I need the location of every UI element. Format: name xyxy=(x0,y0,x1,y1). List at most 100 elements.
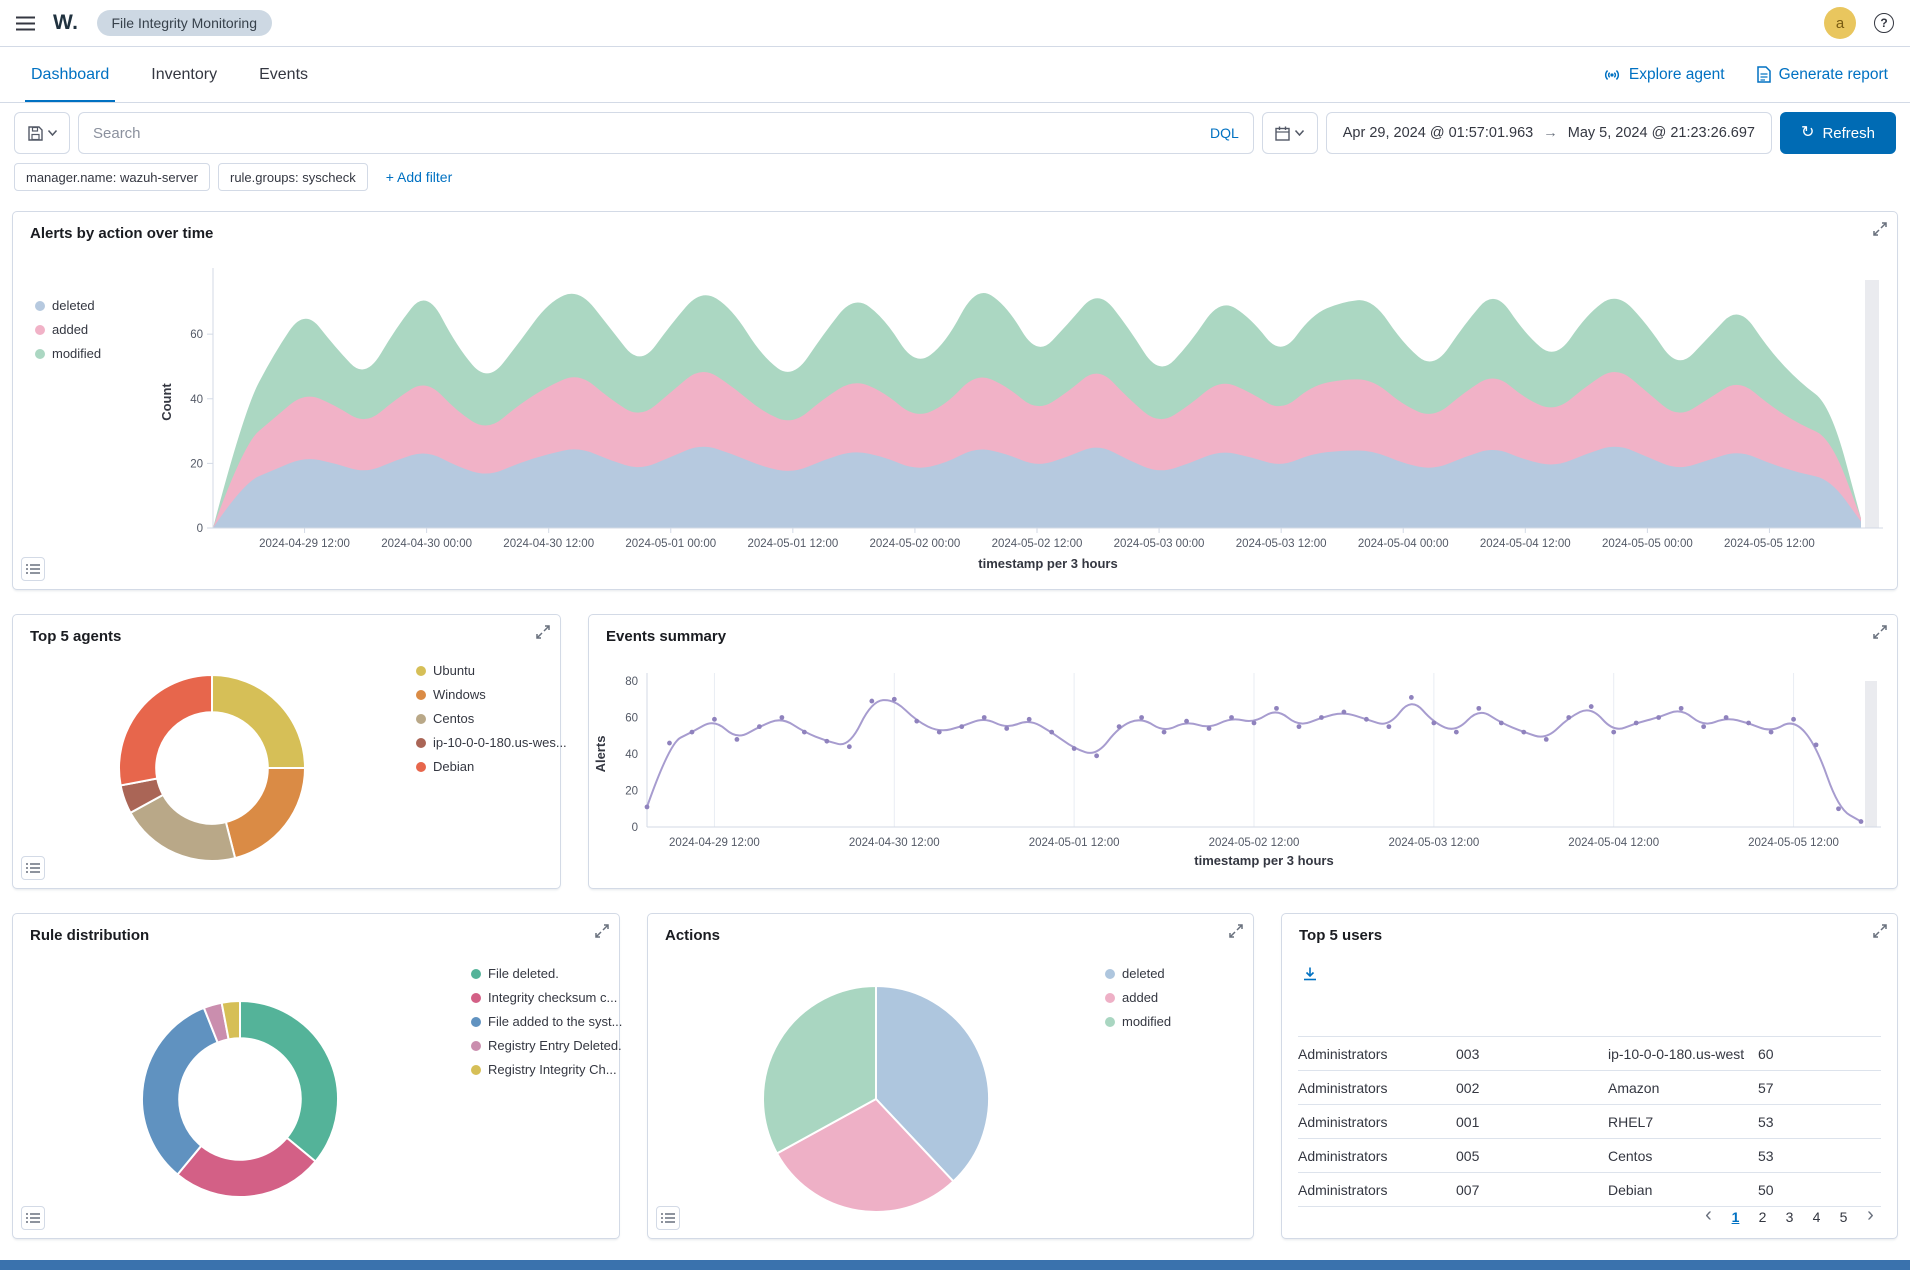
legend-item[interactable]: Integrity checksum c... xyxy=(471,990,622,1005)
legend-toggle-icon[interactable] xyxy=(21,557,45,581)
generate-report-link[interactable]: Generate report xyxy=(1757,66,1888,84)
date-picker-button[interactable] xyxy=(1262,112,1318,154)
breadcrumb[interactable]: File Integrity Monitoring xyxy=(97,10,273,36)
chevron-left-icon[interactable]: ‹ xyxy=(1696,1204,1721,1230)
date-range-display[interactable]: Apr 29, 2024 @ 01:57:01.963 → May 5, 202… xyxy=(1326,112,1772,154)
avatar[interactable]: a xyxy=(1824,7,1856,39)
table-cell: Amazon xyxy=(1608,1080,1758,1096)
legend-label: Registry Entry Deleted. xyxy=(488,1038,622,1053)
expand-icon[interactable] xyxy=(1872,221,1888,240)
legend-item[interactable]: File added to the syst... xyxy=(471,1014,622,1029)
page-3-button[interactable]: 3 xyxy=(1777,1204,1802,1230)
panel-alerts-by-action: Alerts by action over time deletedaddedm… xyxy=(12,211,1898,590)
calendar-icon xyxy=(1275,126,1290,141)
legend-label: added xyxy=(52,322,88,337)
legend-item[interactable]: deleted xyxy=(1105,966,1171,981)
saved-queries-button[interactable] xyxy=(14,112,70,154)
legend-swatch-icon xyxy=(1105,993,1115,1003)
legend-label: Ubuntu xyxy=(433,663,475,678)
legend-label: Windows xyxy=(433,687,486,702)
expand-icon[interactable] xyxy=(1872,923,1888,942)
header-actions: Explore agent Generate report xyxy=(1603,47,1900,102)
tabs: Dashboard Inventory Events xyxy=(10,47,329,102)
legend-swatch-icon xyxy=(416,714,426,724)
filter-pill-rule-groups[interactable]: rule.groups: syscheck xyxy=(218,163,368,191)
svg-text:20: 20 xyxy=(625,786,638,798)
tab-dashboard[interactable]: Dashboard xyxy=(25,47,115,102)
svg-text:Alerts: Alerts xyxy=(593,736,608,773)
legend-item[interactable]: modified xyxy=(1105,1014,1171,1029)
tab-events[interactable]: Events xyxy=(253,47,314,102)
search-box: DQL xyxy=(78,112,1254,154)
dashboard-content: Alerts by action over time deletedaddedm… xyxy=(0,191,1910,1239)
panel-actions: Actions deleted added modified xyxy=(647,913,1254,1239)
legend-label: Integrity checksum c... xyxy=(488,990,617,1005)
legend-toggle-icon[interactable] xyxy=(656,1206,680,1230)
expand-icon[interactable] xyxy=(535,624,551,643)
legend-swatch-icon xyxy=(35,325,45,335)
expand-icon[interactable] xyxy=(1228,923,1244,942)
chart-legend: Ubuntu Windows Centos ip-10-0-0-180.us-wes.… xyxy=(416,663,567,774)
refresh-button[interactable]: ↻ Refresh xyxy=(1780,112,1896,154)
wazuh-logo[interactable]: W. xyxy=(53,11,79,35)
svg-text:Count: Count xyxy=(159,383,174,421)
svg-text:2024-05-04 00:00: 2024-05-04 00:00 xyxy=(1358,538,1449,550)
top-users-table: Administrators003ip-10-0-0-180.us-west60… xyxy=(1298,1036,1881,1207)
legend-swatch-icon xyxy=(471,1041,481,1051)
legend-swatch-icon xyxy=(35,349,45,359)
legend-item[interactable]: deleted xyxy=(35,298,101,313)
legend-toggle-icon[interactable] xyxy=(21,1206,45,1230)
panel-row-3: Rule distribution File deleted.Integrity… xyxy=(12,913,1898,1239)
search-input[interactable] xyxy=(93,125,1200,142)
expand-icon[interactable] xyxy=(1872,624,1888,643)
legend-item[interactable]: ip-10-0-0-180.us-wes... xyxy=(416,735,567,750)
tab-inventory[interactable]: Inventory xyxy=(145,47,223,102)
hamburger-icon xyxy=(16,16,35,31)
legend-swatch-icon xyxy=(416,738,426,748)
explore-agent-link[interactable]: Explore agent xyxy=(1603,66,1725,84)
svg-text:2024-05-05 12:00: 2024-05-05 12:00 xyxy=(1748,837,1839,849)
chevron-right-icon[interactable]: › xyxy=(1858,1204,1883,1230)
date-range-end[interactable]: May 5, 2024 @ 21:23:26.697 xyxy=(1568,125,1755,141)
filter-pill-manager-name[interactable]: manager.name: wazuh-server xyxy=(14,163,210,191)
download-icon[interactable] xyxy=(1302,966,1318,985)
page-5-button[interactable]: 5 xyxy=(1831,1204,1856,1230)
table-row: Administrators001RHEL753 xyxy=(1298,1105,1881,1139)
legend-item[interactable]: modified xyxy=(35,346,101,361)
legend-label: modified xyxy=(1122,1014,1171,1029)
legend-item[interactable]: Registry Entry Deleted. xyxy=(471,1038,622,1053)
add-filter-button[interactable]: + Add filter xyxy=(386,169,453,185)
svg-text:2024-04-29 12:00: 2024-04-29 12:00 xyxy=(259,538,350,550)
chart-legend: deleted added modified xyxy=(1105,966,1171,1029)
table-cell: 57 xyxy=(1758,1080,1818,1096)
query-language-selector[interactable]: DQL xyxy=(1210,125,1239,141)
legend-item[interactable]: Ubuntu xyxy=(416,663,567,678)
legend-label: Centos xyxy=(433,711,474,726)
panel-top-5-users: Top 5 users Administrators003ip-10-0-0-1… xyxy=(1281,913,1898,1239)
legend-item[interactable]: added xyxy=(1105,990,1171,1005)
menu-icon[interactable] xyxy=(16,16,35,31)
legend-item[interactable]: Registry Integrity Ch... xyxy=(471,1062,622,1077)
legend-toggle-icon[interactable] xyxy=(21,856,45,880)
legend-item[interactable]: Windows xyxy=(416,687,567,702)
page-4-button[interactable]: 4 xyxy=(1804,1204,1829,1230)
date-range-start[interactable]: Apr 29, 2024 @ 01:57:01.963 xyxy=(1343,125,1533,141)
page-2-button[interactable]: 2 xyxy=(1750,1204,1775,1230)
expand-icon[interactable] xyxy=(594,923,610,942)
legend-item[interactable]: File deleted. xyxy=(471,966,622,981)
chevron-down-icon xyxy=(1295,130,1304,136)
table-cell: RHEL7 xyxy=(1608,1114,1758,1130)
top-agents-donut-chart[interactable] xyxy=(117,673,307,863)
panel-title: Actions xyxy=(665,927,720,944)
legend-label: Debian xyxy=(433,759,474,774)
rule-distribution-donut-chart[interactable] xyxy=(140,999,340,1199)
legend-item[interactable]: added xyxy=(35,322,101,337)
svg-text:0: 0 xyxy=(197,523,203,535)
help-icon[interactable]: ? xyxy=(1874,13,1894,33)
page-1-button[interactable]: 1 xyxy=(1723,1204,1748,1230)
save-icon xyxy=(28,126,43,141)
legend-item[interactable]: Debian xyxy=(416,759,567,774)
actions-pie-chart[interactable] xyxy=(761,984,991,1214)
chevron-down-icon xyxy=(48,130,57,136)
legend-item[interactable]: Centos xyxy=(416,711,567,726)
